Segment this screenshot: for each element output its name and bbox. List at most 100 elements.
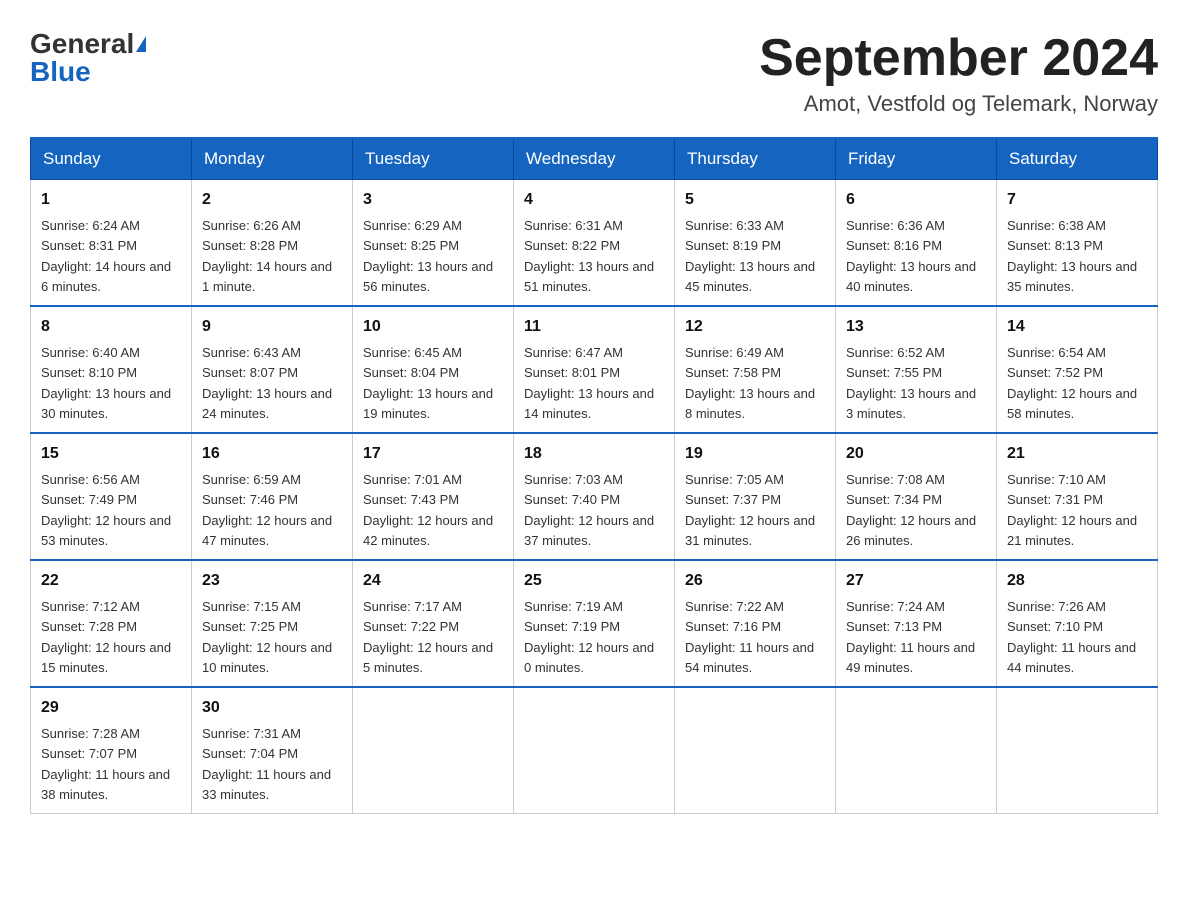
logo-general-text: General (30, 30, 134, 58)
cell-content: Sunrise: 6:59 AMSunset: 7:46 PMDaylight:… (202, 472, 332, 548)
calendar-cell: 25 Sunrise: 7:19 AMSunset: 7:19 PMDayligh… (514, 560, 675, 687)
calendar-cell: 7 Sunrise: 6:38 AMSunset: 8:13 PMDaylight… (997, 180, 1158, 307)
calendar-header-row: SundayMondayTuesdayWednesdayThursdayFrid… (31, 138, 1158, 180)
calendar-cell: 8Sunrise: 6:40 AMSunset: 8:10 PMDaylight… (31, 306, 192, 433)
calendar-cell: 15Sunrise: 6:56 AMSunset: 7:49 PMDayligh… (31, 433, 192, 560)
day-number: 20 (846, 442, 986, 466)
day-number: 13 (846, 315, 986, 339)
calendar-cell: 27 Sunrise: 7:24 AMSunset: 7:13 PMDayligh… (836, 560, 997, 687)
cell-content: Sunrise: 7:26 AMSunset: 7:10 PMDaylight:… (1007, 599, 1136, 675)
day-number: 6 (846, 188, 986, 212)
header-tuesday: Tuesday (353, 138, 514, 180)
calendar-week-row: 29 Sunrise: 7:28 AMSunset: 7:07 PMDayligh… (31, 687, 1158, 814)
month-title: September 2024 (759, 30, 1158, 87)
calendar-cell: 3 Sunrise: 6:29 AMSunset: 8:25 PMDaylight… (353, 180, 514, 307)
header-saturday: Saturday (997, 138, 1158, 180)
calendar-cell (836, 687, 997, 814)
calendar-cell (997, 687, 1158, 814)
cell-content: Sunrise: 7:15 AMSunset: 7:25 PMDaylight:… (202, 599, 332, 675)
calendar-cell (514, 687, 675, 814)
calendar-week-row: 15Sunrise: 6:56 AMSunset: 7:49 PMDayligh… (31, 433, 1158, 560)
cell-content: Sunrise: 6:45 AMSunset: 8:04 PMDaylight:… (363, 345, 493, 421)
cell-content: Sunrise: 7:24 AMSunset: 7:13 PMDaylight:… (846, 599, 975, 675)
day-number: 1 (41, 188, 181, 212)
day-number: 4 (524, 188, 664, 212)
day-number: 26 (685, 569, 825, 593)
calendar-cell: 4 Sunrise: 6:31 AMSunset: 8:22 PMDaylight… (514, 180, 675, 307)
day-number: 30 (202, 696, 342, 720)
day-number: 28 (1007, 569, 1147, 593)
cell-content: Sunrise: 6:36 AMSunset: 8:16 PMDaylight:… (846, 218, 976, 294)
day-number: 27 (846, 569, 986, 593)
day-number: 22 (41, 569, 181, 593)
cell-content: Sunrise: 6:29 AMSunset: 8:25 PMDaylight:… (363, 218, 493, 294)
logo-triangle-icon (136, 36, 146, 52)
calendar-cell (675, 687, 836, 814)
calendar-cell: 10Sunrise: 6:45 AMSunset: 8:04 PMDayligh… (353, 306, 514, 433)
day-number: 12 (685, 315, 825, 339)
calendar-cell: 16 Sunrise: 6:59 AMSunset: 7:46 PMDayligh… (192, 433, 353, 560)
cell-content: Sunrise: 7:03 AMSunset: 7:40 PMDaylight:… (524, 472, 654, 548)
calendar-cell: 12 Sunrise: 6:49 AMSunset: 7:58 PMDayligh… (675, 306, 836, 433)
calendar-cell: 6 Sunrise: 6:36 AMSunset: 8:16 PMDaylight… (836, 180, 997, 307)
cell-content: Sunrise: 7:19 AMSunset: 7:19 PMDaylight:… (524, 599, 654, 675)
cell-content: Sunrise: 6:43 AMSunset: 8:07 PMDaylight:… (202, 345, 332, 421)
cell-content: Sunrise: 6:38 AMSunset: 8:13 PMDaylight:… (1007, 218, 1137, 294)
day-number: 11 (524, 315, 664, 339)
day-number: 17 (363, 442, 503, 466)
day-number: 3 (363, 188, 503, 212)
cell-content: Sunrise: 7:28 AMSunset: 7:07 PMDaylight:… (41, 726, 170, 802)
day-number: 9 (202, 315, 342, 339)
calendar-cell: 22Sunrise: 7:12 AMSunset: 7:28 PMDayligh… (31, 560, 192, 687)
header-monday: Monday (192, 138, 353, 180)
day-number: 14 (1007, 315, 1147, 339)
day-number: 16 (202, 442, 342, 466)
calendar-table: SundayMondayTuesdayWednesdayThursdayFrid… (30, 137, 1158, 814)
calendar-cell: 26 Sunrise: 7:22 AMSunset: 7:16 PMDayligh… (675, 560, 836, 687)
calendar-cell (353, 687, 514, 814)
page-header: General Blue September 2024 Amot, Vestfo… (30, 30, 1158, 117)
cell-content: Sunrise: 6:56 AMSunset: 7:49 PMDaylight:… (41, 472, 171, 548)
day-number: 24 (363, 569, 503, 593)
location-text: Amot, Vestfold og Telemark, Norway (759, 91, 1158, 117)
day-number: 25 (524, 569, 664, 593)
calendar-cell: 20 Sunrise: 7:08 AMSunset: 7:34 PMDayligh… (836, 433, 997, 560)
header-thursday: Thursday (675, 138, 836, 180)
calendar-cell: 19Sunrise: 7:05 AMSunset: 7:37 PMDayligh… (675, 433, 836, 560)
cell-content: Sunrise: 6:40 AMSunset: 8:10 PMDaylight:… (41, 345, 171, 421)
cell-content: Sunrise: 7:31 AMSunset: 7:04 PMDaylight:… (202, 726, 331, 802)
calendar-cell: 30 Sunrise: 7:31 AMSunset: 7:04 PMDayligh… (192, 687, 353, 814)
day-number: 7 (1007, 188, 1147, 212)
calendar-cell: 1 Sunrise: 6:24 AMSunset: 8:31 PMDaylight… (31, 180, 192, 307)
cell-content: Sunrise: 7:01 AMSunset: 7:43 PMDaylight:… (363, 472, 493, 548)
logo-blue-text: Blue (30, 58, 91, 86)
cell-content: Sunrise: 6:24 AMSunset: 8:31 PMDaylight:… (41, 218, 171, 294)
header-sunday: Sunday (31, 138, 192, 180)
header-wednesday: Wednesday (514, 138, 675, 180)
day-number: 21 (1007, 442, 1147, 466)
day-number: 5 (685, 188, 825, 212)
logo: General Blue (30, 30, 146, 86)
calendar-cell: 13Sunrise: 6:52 AMSunset: 7:55 PMDayligh… (836, 306, 997, 433)
cell-content: Sunrise: 6:49 AMSunset: 7:58 PMDaylight:… (685, 345, 815, 421)
cell-content: Sunrise: 6:54 AMSunset: 7:52 PMDaylight:… (1007, 345, 1137, 421)
calendar-cell: 11Sunrise: 6:47 AMSunset: 8:01 PMDayligh… (514, 306, 675, 433)
day-number: 18 (524, 442, 664, 466)
calendar-week-row: 1 Sunrise: 6:24 AMSunset: 8:31 PMDaylight… (31, 180, 1158, 307)
cell-content: Sunrise: 6:33 AMSunset: 8:19 PMDaylight:… (685, 218, 815, 294)
calendar-cell: 18 Sunrise: 7:03 AMSunset: 7:40 PMDayligh… (514, 433, 675, 560)
calendar-cell: 5 Sunrise: 6:33 AMSunset: 8:19 PMDaylight… (675, 180, 836, 307)
day-number: 29 (41, 696, 181, 720)
cell-content: Sunrise: 7:17 AMSunset: 7:22 PMDaylight:… (363, 599, 493, 675)
calendar-cell: 21Sunrise: 7:10 AMSunset: 7:31 PMDayligh… (997, 433, 1158, 560)
cell-content: Sunrise: 6:31 AMSunset: 8:22 PMDaylight:… (524, 218, 654, 294)
calendar-cell: 14 Sunrise: 6:54 AMSunset: 7:52 PMDayligh… (997, 306, 1158, 433)
cell-content: Sunrise: 7:22 AMSunset: 7:16 PMDaylight:… (685, 599, 814, 675)
cell-content: Sunrise: 7:08 AMSunset: 7:34 PMDaylight:… (846, 472, 976, 548)
cell-content: Sunrise: 6:26 AMSunset: 8:28 PMDaylight:… (202, 218, 332, 294)
cell-content: Sunrise: 7:05 AMSunset: 7:37 PMDaylight:… (685, 472, 815, 548)
calendar-cell: 24 Sunrise: 7:17 AMSunset: 7:22 PMDayligh… (353, 560, 514, 687)
calendar-week-row: 22Sunrise: 7:12 AMSunset: 7:28 PMDayligh… (31, 560, 1158, 687)
calendar-cell: 28 Sunrise: 7:26 AMSunset: 7:10 PMDayligh… (997, 560, 1158, 687)
calendar-week-row: 8Sunrise: 6:40 AMSunset: 8:10 PMDaylight… (31, 306, 1158, 433)
